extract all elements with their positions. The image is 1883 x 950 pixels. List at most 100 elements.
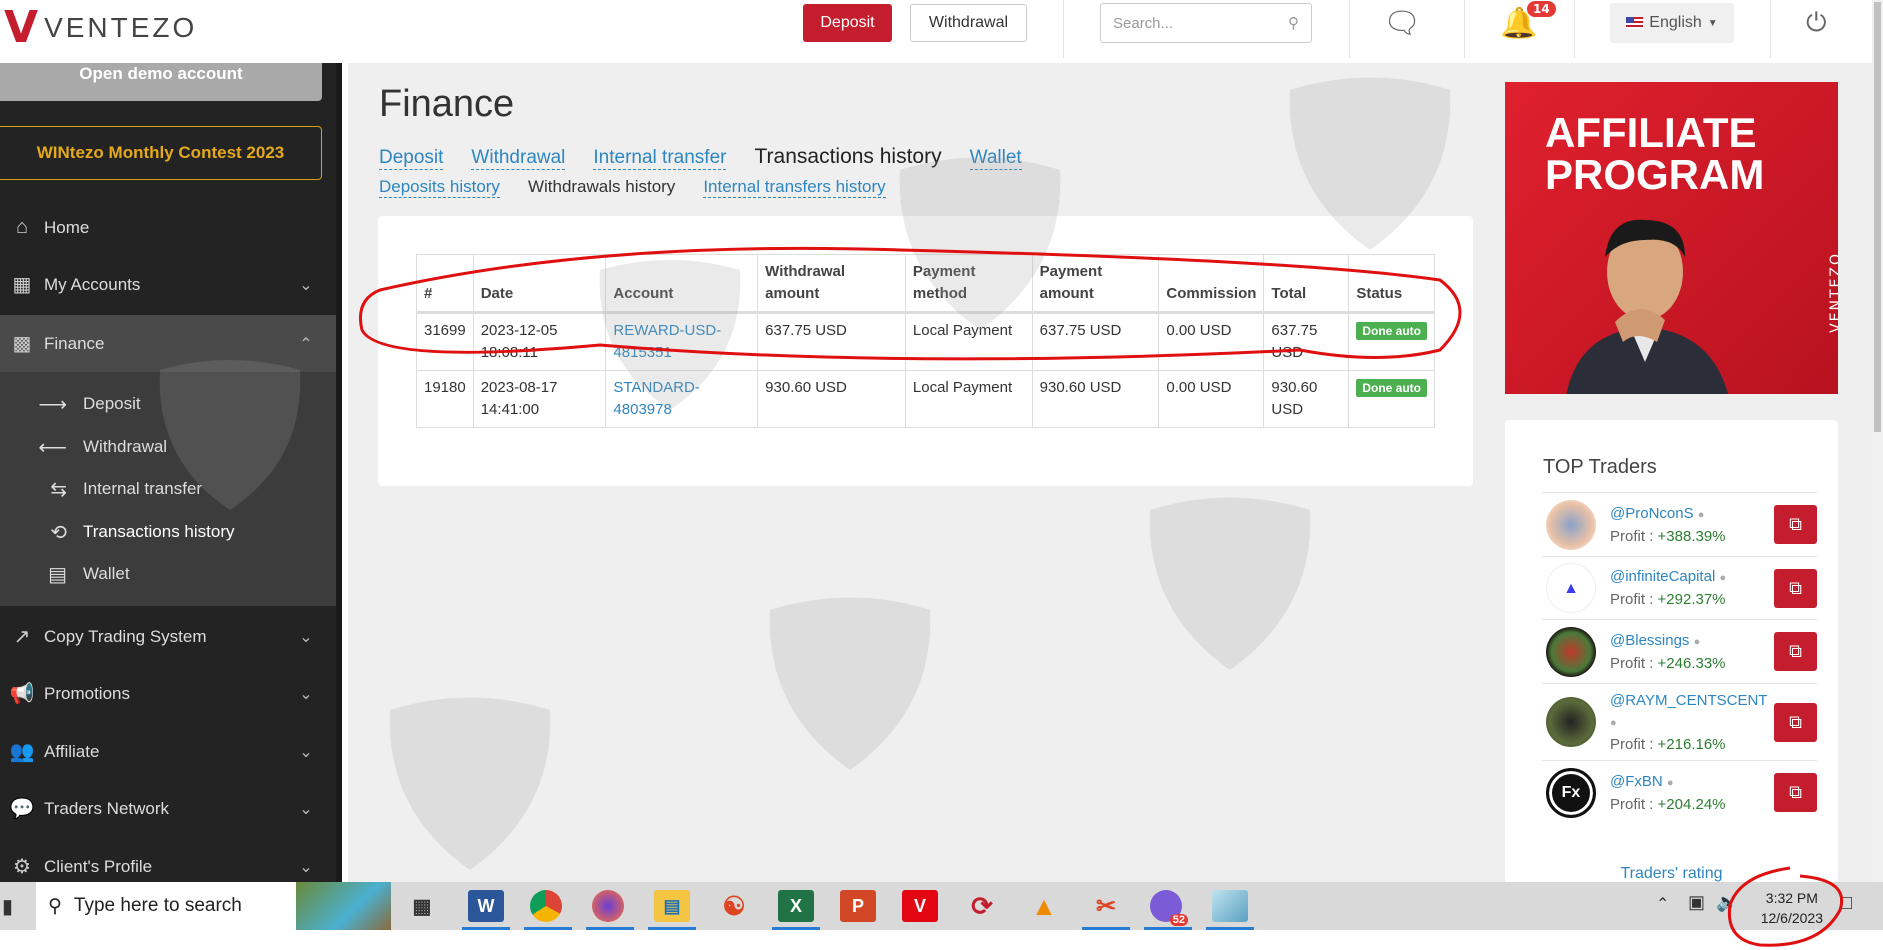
language-select[interactable]: English ▼ [1610, 3, 1734, 43]
vlc-icon[interactable]: ▲ [1026, 890, 1062, 922]
firefox-icon[interactable] [586, 890, 634, 930]
bottom-strip [0, 930, 1883, 950]
status-dot-icon: ● [1693, 635, 1701, 648]
trader-row: Fx @FxBN ● Profit : +204.24% ⧉ [1542, 760, 1817, 824]
windows-start-icon[interactable]: ▮ [2, 894, 13, 919]
app-icon[interactable]: ☯ [716, 890, 752, 922]
submenu-wallet[interactable]: ▤ Wallet [0, 554, 336, 594]
time: 3:32 PM [1765, 890, 1818, 906]
excel-icon[interactable]: X [772, 890, 820, 930]
tab-deposit[interactable]: Deposit [379, 147, 444, 170]
page-scrollbar[interactable] [1872, 0, 1883, 882]
deposit-button[interactable]: Deposit [803, 4, 892, 42]
powerpoint-icon[interactable]: P [840, 890, 876, 922]
subtab-deposits-history[interactable]: Deposits history [379, 177, 500, 198]
copy-trader-button[interactable]: ⧉ [1774, 632, 1817, 671]
caret-down-icon: ▼ [1707, 17, 1718, 29]
submenu-deposit[interactable]: ⟶ Deposit [0, 384, 336, 424]
notifications-icon[interactable]: □ [1840, 892, 1852, 915]
copy-icon: ⧉ [1789, 782, 1802, 802]
chevron-down-icon: ⌄ [299, 743, 313, 761]
banner-person-image [1566, 219, 1728, 394]
chat-icon[interactable]: 🗨 [1383, 6, 1421, 41]
network-icon[interactable]: ▣ [1688, 892, 1705, 913]
sidebar-item-finance[interactable]: ▩ Finance ⌃ [0, 315, 336, 372]
viber-icon[interactable]: 52 [1144, 890, 1192, 930]
chevron-up-icon: ⌃ [299, 335, 313, 353]
cell-total: 637.75 USD [1263, 312, 1350, 371]
trader-row: @ProNconS ● Profit : +388.39% ⧉ [1542, 492, 1817, 556]
ventezo-app-icon[interactable]: V [902, 890, 938, 922]
logo[interactable]: V VENTEZO [4, 6, 197, 50]
chrome-icon[interactable] [524, 890, 572, 930]
contest-button[interactable]: WINtezo Monthly Contest 2023 [0, 126, 322, 180]
sidebar-item-traders-network[interactable]: 💬 Traders Network ⌄ [0, 780, 336, 837]
withdrawal-button[interactable]: Withdrawal [910, 4, 1027, 42]
sidebar-item-affiliate[interactable]: 👥 Affiliate ⌄ [0, 723, 336, 780]
tab-internal-transfer[interactable]: Internal transfer [593, 147, 727, 170]
copy-trader-button[interactable]: ⧉ [1774, 773, 1817, 812]
submenu-withdrawal[interactable]: ⟵ Withdrawal [0, 427, 336, 467]
task-view-icon[interactable]: ▦ [404, 890, 440, 922]
affiliate-banner[interactable]: AFFILIATE PROGRAM VENTEZO [1505, 82, 1838, 394]
transfer-icon: ⇆ [50, 478, 67, 501]
cell-commission: 0.00 USD [1158, 370, 1265, 428]
app-icon[interactable] [1206, 890, 1254, 930]
chevron-up-icon[interactable]: ⌃ [1656, 894, 1669, 914]
col-payment-amount: Payment amount [1031, 254, 1160, 314]
power-icon[interactable]: ⏻ [1806, 8, 1827, 39]
tab-withdrawal[interactable]: Withdrawal [471, 147, 566, 170]
copy-icon: ⧉ [1789, 641, 1802, 661]
taskbar-search[interactable]: ⚲ Type here to search [36, 882, 391, 930]
money-icon: ▩ [12, 333, 32, 355]
account-link[interactable]: STANDARD-4803978 [613, 379, 699, 418]
trader-row: @RAYM_CENTSCENT ● Profit : +216.16% ⧉ [1542, 683, 1817, 760]
submenu-internal-transfer[interactable]: ⇆ Internal transfer [0, 469, 336, 509]
sidebar-item-label: Traders Network [44, 798, 170, 818]
trader-name[interactable]: @RAYM_CENTSCENT [1610, 692, 1767, 709]
word-icon[interactable]: W [462, 890, 510, 930]
snipping-tool-icon[interactable]: ✂ [1082, 890, 1130, 930]
col-id: # [416, 254, 474, 314]
volume-icon[interactable]: 🔈 [1716, 892, 1738, 913]
sidebar-item-label: Copy Trading System [44, 626, 207, 646]
sidebar-item-promotions[interactable]: 📢 Promotions ⌄ [0, 665, 336, 722]
traders-rating-link[interactable]: Traders' rating [1505, 865, 1838, 883]
copy-trader-button[interactable]: ⧉ [1774, 568, 1817, 608]
tab-transactions-history[interactable]: Transactions history [754, 145, 941, 169]
file-explorer-icon[interactable]: ▤ [648, 890, 696, 930]
trader-name[interactable]: @Blessings [1610, 632, 1689, 649]
scrollbar-thumb[interactable] [1874, 2, 1881, 432]
sidebar-item-home[interactable]: ⌂ Home [0, 199, 336, 256]
profit-label: Profit : [1610, 591, 1654, 608]
copy-trader-button[interactable]: ⧉ [1774, 505, 1817, 544]
cell-payment: 930.60 USD [1031, 370, 1160, 428]
profit-label: Profit : [1610, 795, 1654, 813]
subtab-withdrawals-history[interactable]: Withdrawals history [528, 177, 675, 198]
tab-wallet[interactable]: Wallet [969, 147, 1022, 170]
cell-method: Local Payment [904, 312, 1033, 371]
account-link[interactable]: REWARD-USD-4815351 [613, 322, 721, 361]
clock[interactable]: 3:32 PM 12/6/2023 [1761, 888, 1823, 928]
status-dot-icon: ● [1666, 776, 1674, 789]
cell-id: 19180 [416, 370, 474, 428]
us-flag-icon [1626, 17, 1644, 29]
sidebar-item-clients-profile[interactable]: ⚙ Client's Profile ⌄ [0, 838, 336, 882]
sidebar-item-copy-trading[interactable]: ↗ Copy Trading System ⌄ [0, 608, 336, 665]
subtab-internal-transfers-history[interactable]: Internal transfers history [703, 177, 886, 198]
trader-name[interactable]: @infiniteCapital [1610, 568, 1715, 585]
open-demo-account-button[interactable]: Open demo account [0, 63, 322, 101]
comments-icon: 💬 [9, 798, 35, 820]
divider [1574, 0, 1575, 58]
trader-name[interactable]: @ProNconS [1610, 505, 1694, 522]
copy-icon: ⧉ [1789, 711, 1802, 732]
search-input[interactable]: Search... ⚲ [1100, 3, 1312, 43]
copy-trader-button[interactable]: ⧉ [1774, 702, 1817, 742]
sidebar-item-my-accounts[interactable]: ▦ My Accounts ⌄ [0, 256, 336, 313]
gear-icon: ⚙ [13, 856, 31, 878]
top-traders-panel: TOP Traders @ProNconS ● Profit : +388.39%… [1505, 420, 1838, 890]
arrow-left-icon: ⟵ [38, 436, 67, 459]
trader-name[interactable]: @FxBN [1610, 773, 1663, 790]
submenu-transactions-history[interactable]: ⟲ Transactions history [0, 512, 336, 552]
app-icon[interactable]: ⟳ [964, 890, 1000, 922]
